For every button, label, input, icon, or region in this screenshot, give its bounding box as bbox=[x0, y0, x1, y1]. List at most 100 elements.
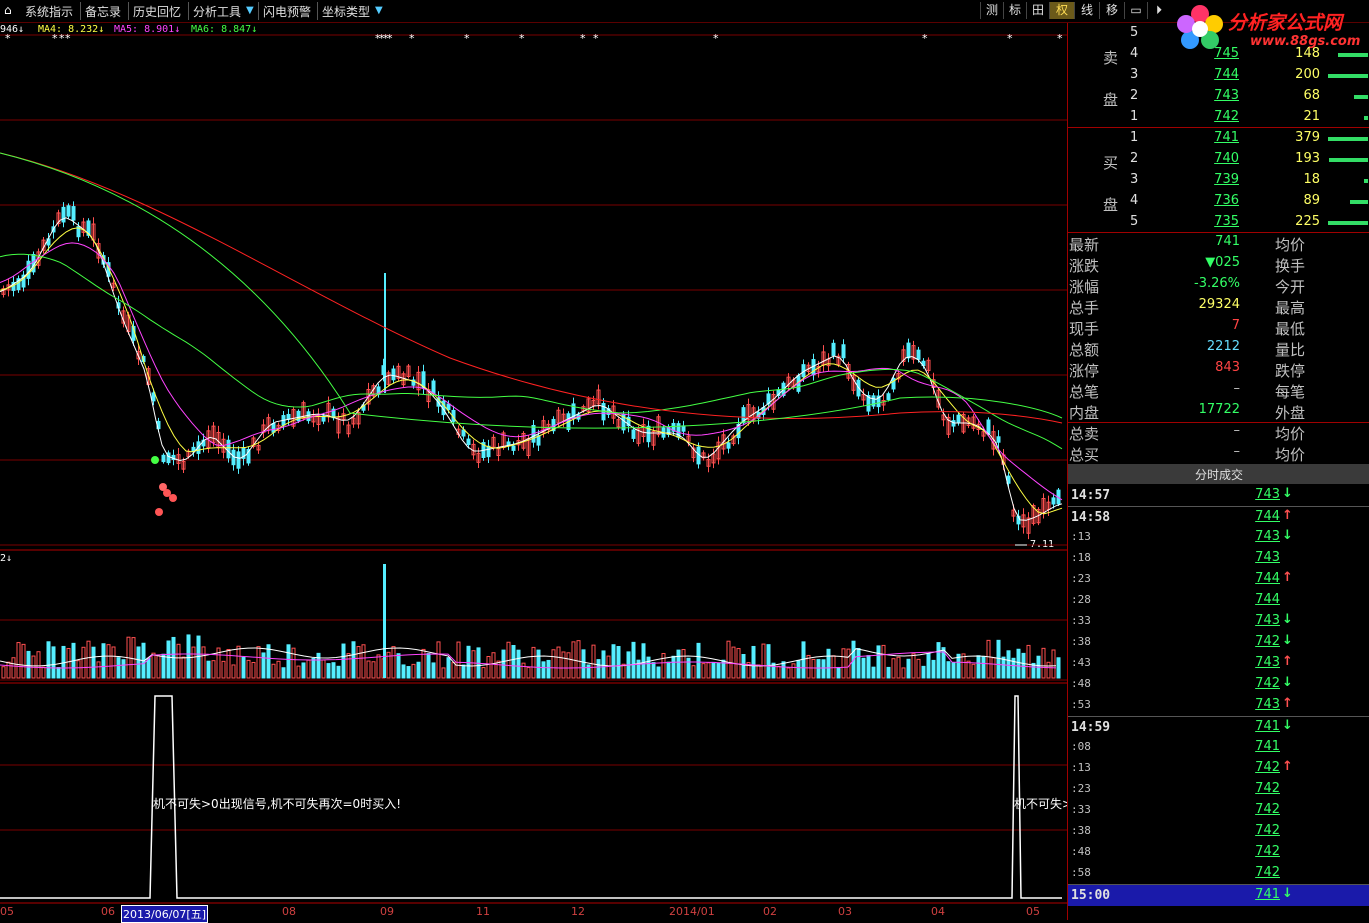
tick-row[interactable]: :23 742 bbox=[1068, 779, 1369, 800]
menu-history-recall[interactable]: 历史回忆 bbox=[133, 3, 181, 20]
tick-price: 743 bbox=[1255, 487, 1280, 502]
tick-row[interactable]: :28 744 bbox=[1068, 590, 1369, 611]
order-volume: 148 bbox=[1295, 46, 1320, 61]
sell-side-label: 盘 bbox=[1103, 91, 1119, 109]
volume-bar bbox=[451, 662, 456, 679]
tick-row[interactable]: 14:57 743 ↓ bbox=[1068, 485, 1369, 506]
buy-side-label: 盘 bbox=[1103, 196, 1119, 214]
star-marker-icon: * bbox=[519, 32, 525, 45]
arrow-down-icon: ↓ bbox=[1282, 675, 1293, 690]
quote-label: 总买 bbox=[1069, 446, 1100, 464]
tool-grid-button[interactable]: 田 bbox=[1026, 2, 1049, 19]
volume-bar bbox=[496, 660, 501, 679]
volume-bar bbox=[1006, 650, 1011, 679]
volume-bar bbox=[646, 656, 651, 679]
tick-row[interactable]: 14:59 741 ↓ bbox=[1068, 716, 1369, 738]
tick-time: :58 bbox=[1071, 866, 1091, 879]
volume-bar bbox=[151, 652, 156, 679]
order-level: 1 bbox=[1130, 130, 1139, 145]
volume-bar bbox=[726, 640, 731, 679]
candle-body bbox=[886, 393, 891, 400]
arrow-up-icon: ↑ bbox=[1282, 759, 1293, 774]
star-marker-icon: * bbox=[713, 32, 719, 45]
tool-mark-button[interactable]: 标 bbox=[1003, 2, 1026, 19]
date-label: 02 bbox=[763, 905, 777, 918]
volume-bar bbox=[1021, 652, 1026, 679]
tool-rights-button[interactable]: 权 bbox=[1049, 2, 1074, 19]
play-icon[interactable]: ⏵ bbox=[1147, 2, 1170, 19]
arrow-up-icon: ↑ bbox=[1282, 696, 1293, 711]
tick-row[interactable]: :33 742 bbox=[1068, 800, 1369, 821]
volume-bar bbox=[336, 665, 341, 679]
quote-label: 现手 bbox=[1069, 320, 1100, 338]
quote-value: 741 bbox=[1215, 234, 1240, 249]
tick-row[interactable]: :23 744 ↑ bbox=[1068, 569, 1369, 590]
order-level: 4 bbox=[1130, 193, 1139, 208]
menu-coordinate-type[interactable]: 坐标类型 bbox=[322, 3, 370, 20]
quote-value: – bbox=[1233, 381, 1241, 396]
tick-price: 743 bbox=[1255, 697, 1280, 712]
volume-bar bbox=[731, 646, 736, 679]
chart-area[interactable]: 946↓ MA4: 8.232↓ MA5: 8.901↓ MA6: 8.847↓… bbox=[0, 23, 1067, 920]
quote-label: 最新 bbox=[1069, 236, 1100, 254]
tool-line-button[interactable]: 线 bbox=[1074, 2, 1099, 19]
menu-system-indicator[interactable]: 系统指示 bbox=[25, 3, 73, 20]
tick-price: 744 bbox=[1255, 571, 1280, 586]
window-icon[interactable]: ▭ bbox=[1124, 2, 1147, 19]
volume-bar bbox=[1328, 137, 1368, 141]
tool-move-button[interactable]: 移 bbox=[1099, 2, 1124, 19]
volume-bar bbox=[96, 661, 101, 679]
tick-row[interactable]: 14:58 744 ↑ bbox=[1068, 506, 1369, 528]
tick-row[interactable]: :38 742 bbox=[1068, 821, 1369, 842]
tick-row[interactable]: :48 742 ↓ bbox=[1068, 674, 1369, 695]
volume-bar bbox=[106, 644, 111, 679]
volume-bar bbox=[86, 640, 91, 679]
date-label: 11 bbox=[476, 905, 490, 918]
tick-row[interactable]: :43 743 ↑ bbox=[1068, 653, 1369, 674]
tick-row[interactable]: :38 742 ↓ bbox=[1068, 632, 1369, 653]
chevron-down-icon[interactable]: ▼ bbox=[246, 5, 254, 16]
kline-chart[interactable]: * * * * **** * * * * * * * * * bbox=[0, 23, 1067, 920]
volume-bar bbox=[866, 655, 871, 679]
volume-bar bbox=[986, 639, 991, 679]
home-icon[interactable]: ⌂ bbox=[4, 3, 12, 17]
volume-bar bbox=[541, 661, 546, 679]
tick-price: 742 bbox=[1255, 802, 1280, 817]
menu-analysis-tools[interactable]: 分析工具 bbox=[193, 3, 241, 20]
menu-flash-alert[interactable]: 闪电预警 bbox=[263, 3, 311, 20]
volume-bar bbox=[766, 644, 771, 679]
volume-bar bbox=[1329, 158, 1368, 162]
volume-bar bbox=[146, 657, 151, 679]
volume-bar bbox=[351, 641, 356, 679]
candle-body bbox=[66, 205, 71, 217]
volume-bar bbox=[711, 661, 716, 679]
tick-row[interactable]: :18 743 bbox=[1068, 548, 1369, 569]
volume-bar bbox=[581, 649, 586, 679]
volume-bar bbox=[36, 651, 41, 679]
chevron-down-icon[interactable]: ▼ bbox=[375, 5, 383, 16]
volume-bar bbox=[366, 660, 371, 679]
volume-bar bbox=[791, 663, 796, 679]
menu-memo[interactable]: 备忘录 bbox=[85, 3, 121, 20]
volume-bar bbox=[511, 645, 516, 679]
volume-bar bbox=[671, 655, 676, 679]
volume-bar bbox=[221, 660, 226, 679]
tick-row[interactable]: :13 743 ↓ bbox=[1068, 527, 1369, 548]
volume-ma-magenta bbox=[0, 651, 1057, 669]
tick-row[interactable]: :58 742 bbox=[1068, 863, 1369, 884]
candle-body bbox=[306, 411, 311, 422]
tick-row[interactable]: :13 742 ↑ bbox=[1068, 758, 1369, 779]
volume-bar bbox=[871, 666, 876, 679]
volume-bar bbox=[226, 648, 231, 679]
volume-bar bbox=[891, 658, 896, 679]
ma-line-magenta bbox=[0, 242, 1063, 501]
tick-row[interactable]: :08 741 bbox=[1068, 737, 1369, 758]
volume-bar bbox=[751, 645, 756, 679]
volume-bar bbox=[1041, 647, 1046, 679]
tick-row[interactable]: :48 742 bbox=[1068, 842, 1369, 863]
tick-row[interactable]: :33 743 ↓ bbox=[1068, 611, 1369, 632]
tick-row[interactable]: :53 743 ↑ bbox=[1068, 695, 1369, 716]
tick-row[interactable]: 15:00 741 ↓ bbox=[1068, 884, 1369, 906]
quote-label-right: 量比 bbox=[1275, 341, 1306, 359]
tool-measure-button[interactable]: 测 bbox=[980, 2, 1003, 19]
